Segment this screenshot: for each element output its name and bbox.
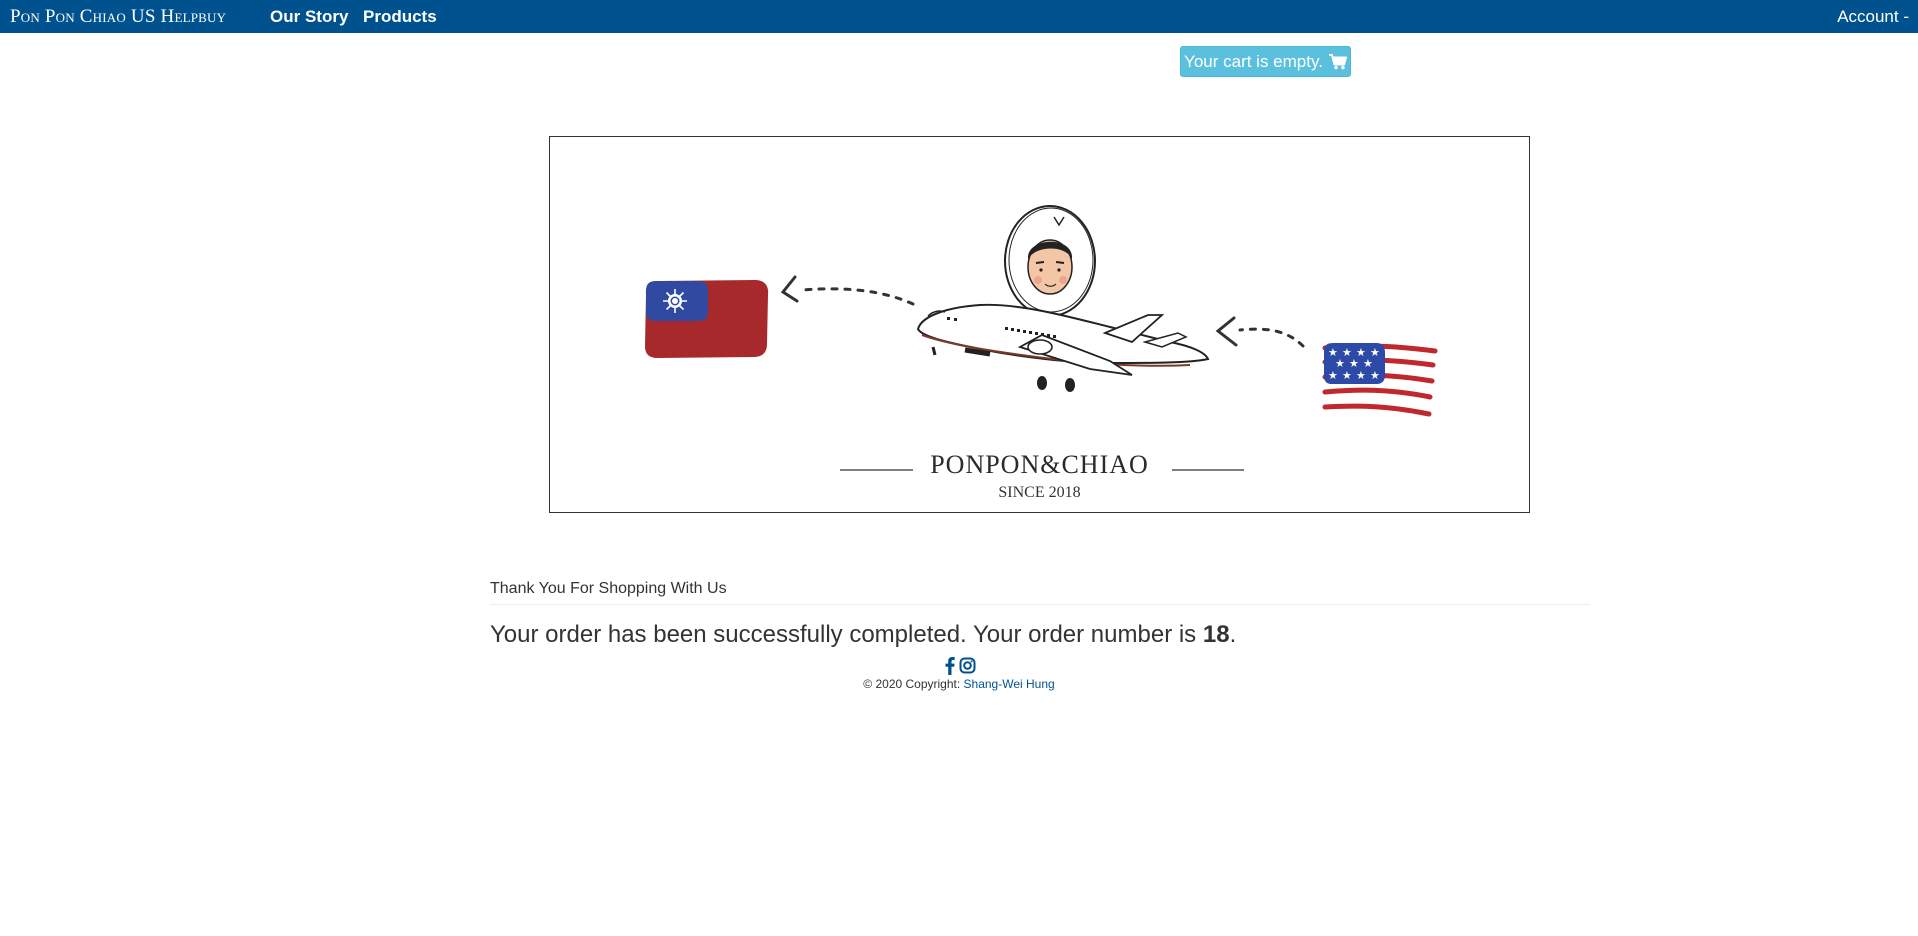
nav-link-products[interactable]: Products (363, 7, 437, 27)
thank-you-heading: Thank You For Shopping With Us (490, 580, 727, 597)
left-dashed-arrow (780, 275, 915, 306)
taiwan-flag (645, 280, 769, 358)
right-dashed-arrow (1215, 316, 1305, 348)
divider (490, 604, 1590, 605)
account-dropdown[interactable]: Account - (1837, 7, 1909, 27)
cart-label: Your cart is empty. (1184, 51, 1323, 71)
footer-copyright: © 2020 Copyright: Shang-Wei Hung (0, 677, 1918, 691)
usa-flag: ★ ★ ★ ★ ★ ★ ★ ★ ★ ★ ★ (1322, 343, 1438, 417)
top-navbar: Pon Pon Chiao US Helpbuy Our Story Produ… (0, 0, 1918, 33)
author-link[interactable]: Shang-Wei Hung (964, 677, 1055, 691)
cart-button[interactable]: Your cart is empty. (1180, 46, 1351, 77)
shopping-cart-icon (1328, 53, 1347, 70)
astronaut-bubble (1004, 205, 1096, 317)
hero-banner: ★ ★ ★ ★ ★ ★ ★ ★ ★ ★ ★ PONPON&CHIAO SINCE… (549, 136, 1530, 513)
copyright-text: © 2020 Copyright: (863, 677, 964, 691)
brand-link[interactable]: Pon Pon Chiao US Helpbuy (10, 6, 226, 28)
nav-link-our-story[interactable]: Our Story (270, 7, 348, 27)
svg-text:★: ★ (1356, 369, 1366, 382)
svg-text:★: ★ (1370, 369, 1380, 382)
order-message-text: Your order has been successfully complet… (490, 621, 1203, 648)
airplane (916, 303, 1210, 392)
svg-text:★: ★ (1342, 369, 1352, 382)
order-number: 18 (1202, 621, 1230, 648)
svg-text:★: ★ (1328, 369, 1338, 382)
instagram-icon[interactable] (959, 657, 976, 679)
order-confirmation-message: Your order has been successfully complet… (490, 621, 1236, 649)
banner-since: SINCE 2018 (998, 484, 1081, 501)
order-message-end: . (1229, 621, 1237, 648)
banner-title: PONPON&CHIAO (930, 450, 1149, 479)
